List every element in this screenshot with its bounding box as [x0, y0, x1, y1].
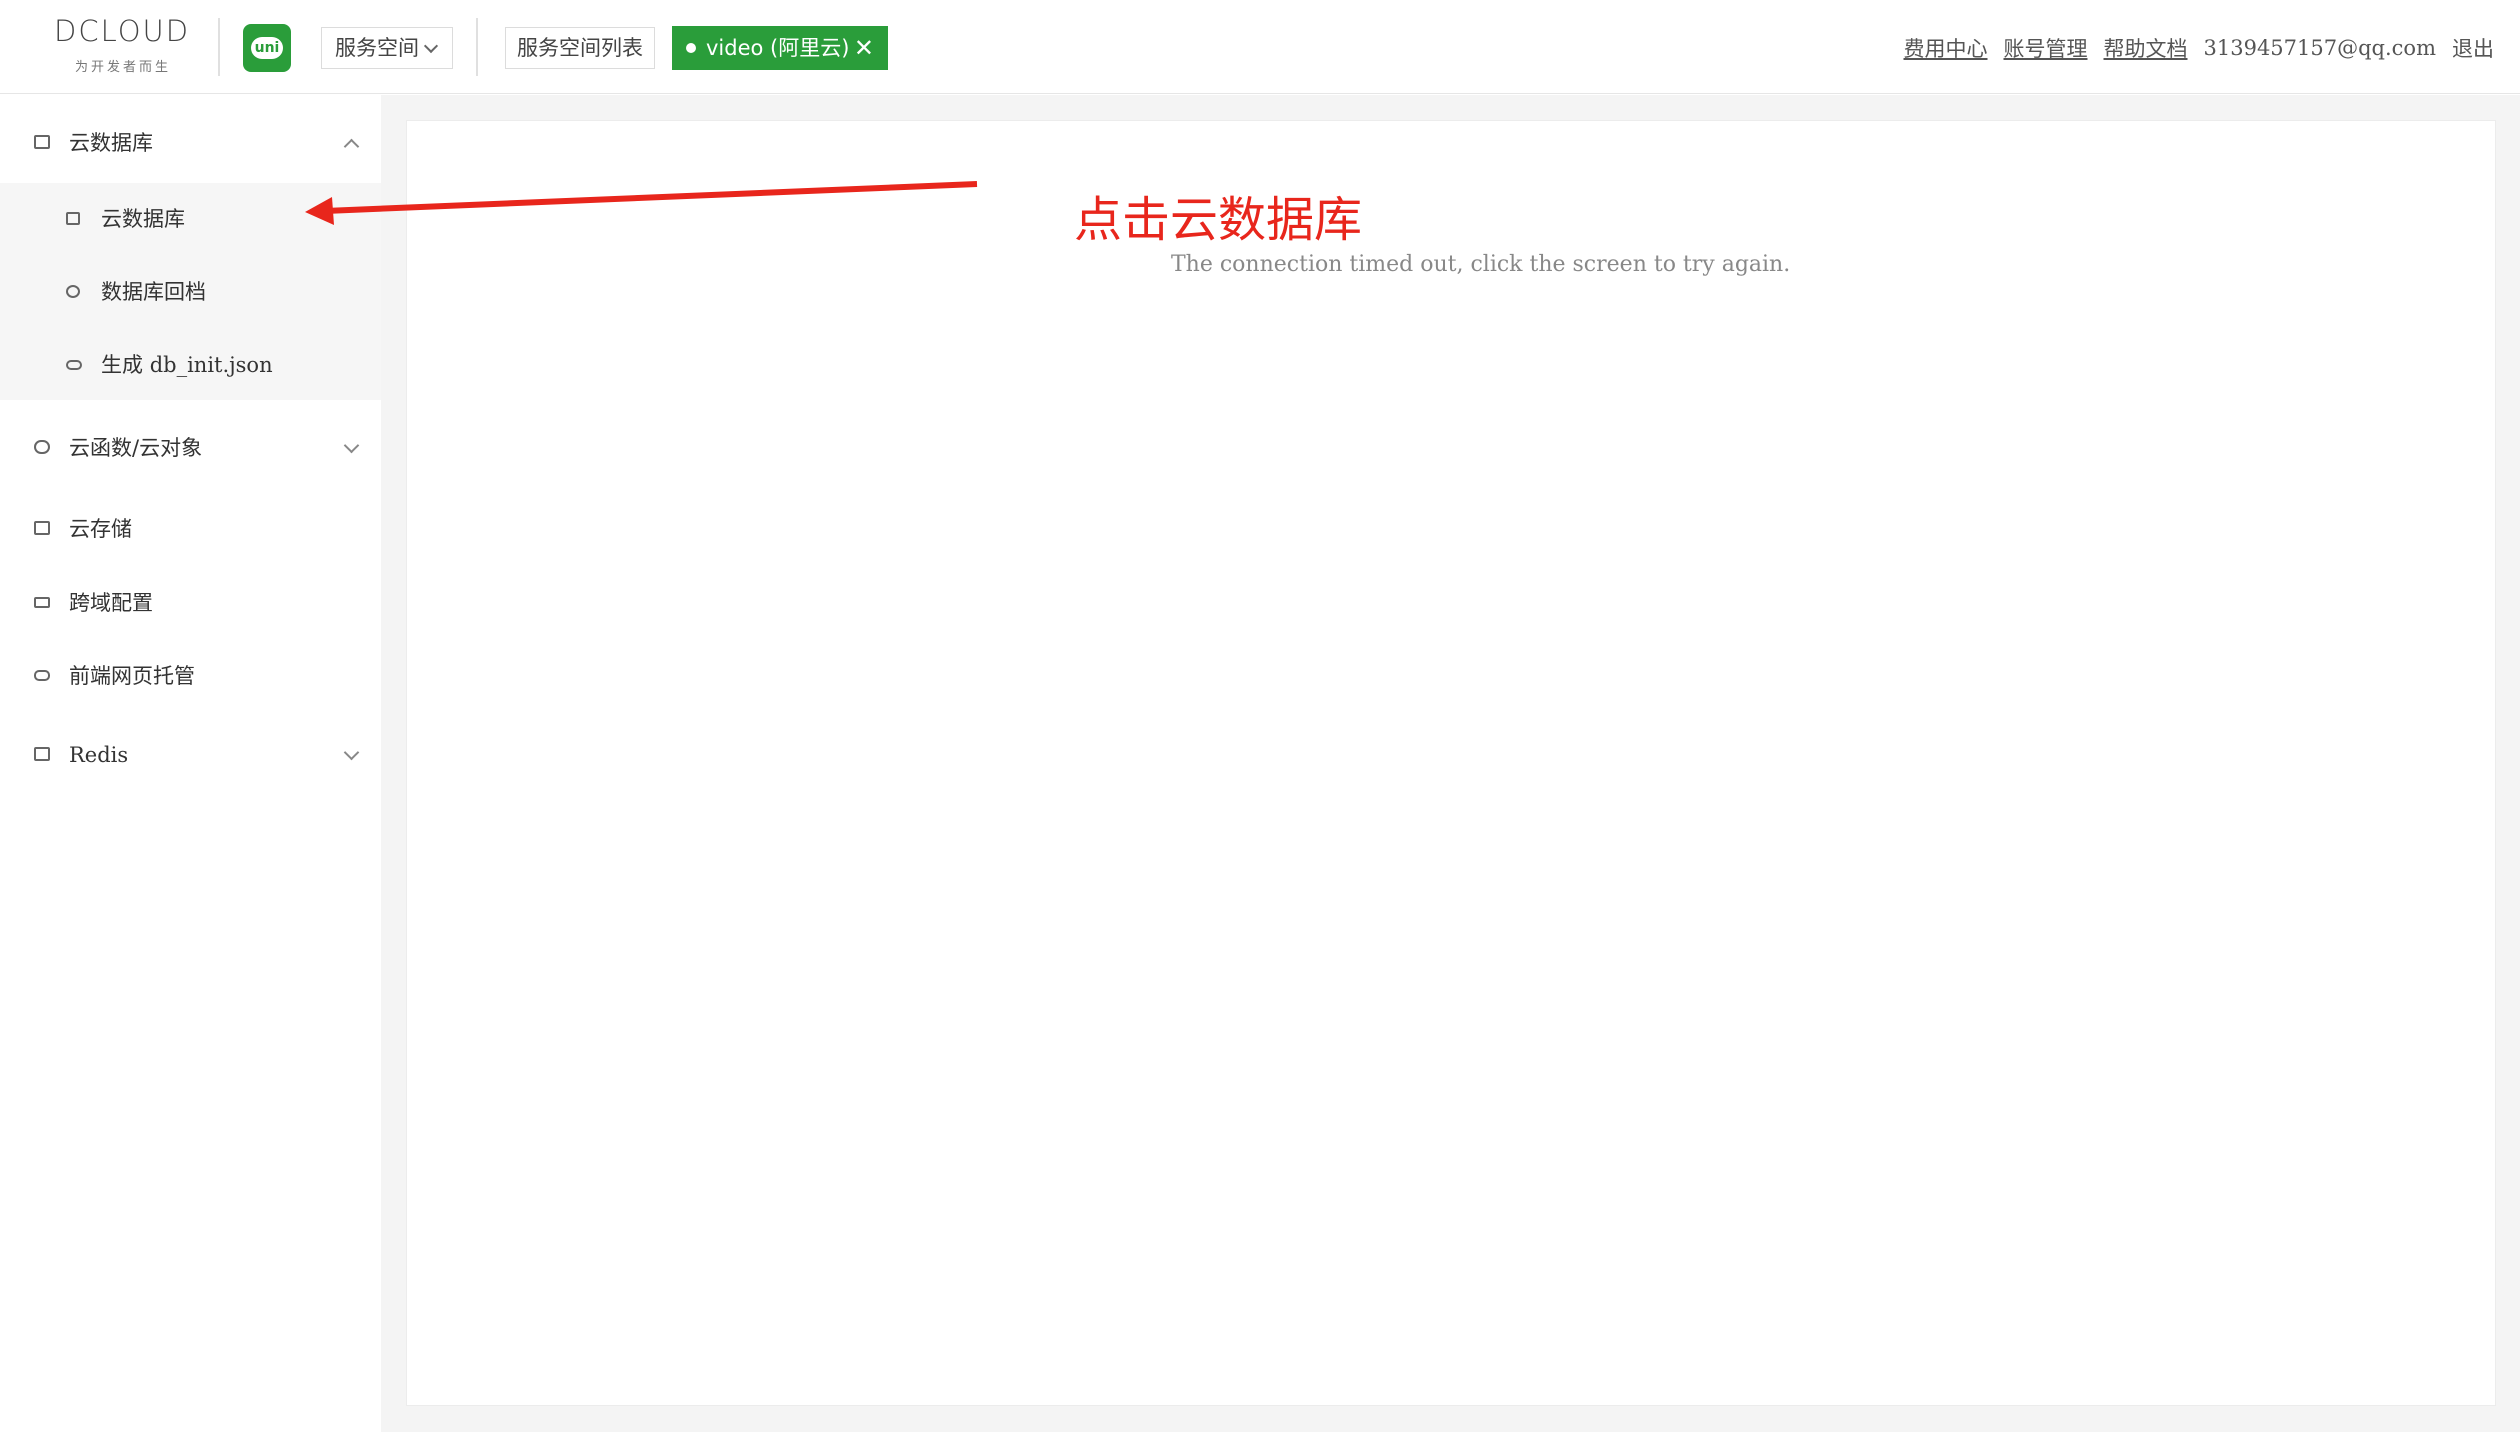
storage-icon: [34, 521, 50, 535]
cloud-database-submenu: 云数据库 数据库回档 生成 db_init.json: [0, 183, 381, 400]
header-divider: [476, 18, 478, 76]
submenu-item-database-rollback[interactable]: 数据库回档: [0, 256, 381, 328]
redis-icon: [34, 747, 50, 761]
submenu-item-generate-db-init[interactable]: 生成 db_init.json: [0, 329, 381, 401]
link-icon: [66, 360, 82, 370]
status-dot-icon: [686, 43, 696, 53]
chevron-up-icon: [343, 138, 360, 155]
database-icon: [34, 135, 50, 149]
chevron-down-icon: [423, 38, 439, 54]
billing-center-link[interactable]: 费用中心: [1904, 33, 1988, 63]
sidebar-item-label: 前端网页托管: [69, 664, 195, 688]
chevron-down-icon: [343, 744, 360, 761]
cloud-icon: [34, 440, 50, 454]
submenu-item-label: 云数据库: [101, 207, 185, 231]
sidebar-item-web-hosting[interactable]: 前端网页托管: [0, 640, 381, 712]
hosting-icon: [34, 670, 50, 681]
user-email: 3139457157@qq.com: [2203, 36, 2437, 60]
sidebar-item-cors-config[interactable]: 跨域配置: [0, 567, 381, 639]
timeout-message[interactable]: The connection timed out, click the scre…: [1171, 252, 1790, 277]
sidebar-item-label: 云函数/云对象: [69, 436, 203, 460]
submenu-item-label: 数据库回档: [101, 280, 206, 304]
chevron-down-icon: [343, 437, 360, 454]
help-docs-link[interactable]: 帮助文档: [2104, 33, 2188, 63]
sidebar-item-redis[interactable]: Redis: [0, 719, 381, 791]
top-header: DCLOUD 为开发者而生 uni 服务空间 服务空间列表 video (阿里云…: [0, 0, 2520, 94]
sidebar: 云数据库 云数据库 数据库回档 生成 db_init.json 云函数/云对象 …: [0, 95, 381, 1432]
logo-tagline: 为开发者而生: [74, 60, 171, 75]
logout-link[interactable]: 退出: [2452, 33, 2494, 63]
submenu-item-cloud-database[interactable]: 云数据库: [0, 183, 381, 255]
annotation-label: 点击云数据库: [1074, 192, 1363, 248]
database-icon: [66, 212, 80, 225]
sidebar-item-cloud-storage[interactable]: 云存储: [0, 493, 381, 565]
logo-wordmark: DCLOUD: [54, 14, 191, 48]
sidebar-item-label: 云存储: [69, 517, 132, 541]
sidebar-item-cloud-functions[interactable]: 云函数/云对象: [0, 412, 381, 484]
main-content: [381, 95, 2520, 1432]
sidebar-item-label: Redis: [69, 743, 129, 767]
service-space-dropdown[interactable]: 服务空间: [321, 27, 453, 69]
dcloud-logo[interactable]: DCLOUD 为开发者而生: [48, 14, 208, 76]
submenu-item-label-cn: 生成: [101, 353, 143, 377]
close-icon[interactable]: ✕: [854, 26, 874, 70]
sidebar-item-cloud-database[interactable]: 云数据库: [0, 107, 381, 179]
submenu-item-label-en: db_init.json: [149, 353, 273, 377]
header-divider: [218, 18, 220, 76]
active-space-tag[interactable]: video (阿里云) ✕: [672, 26, 888, 70]
rollback-icon: [66, 285, 80, 298]
submenu-item-label: 生成 db_init.json: [101, 329, 273, 401]
uni-cloud-icon[interactable]: uni: [243, 24, 291, 72]
service-space-list-button[interactable]: 服务空间列表: [505, 27, 655, 69]
content-panel[interactable]: [406, 120, 2496, 1406]
uni-icon-text: uni: [251, 37, 283, 59]
sidebar-item-label: 云数据库: [69, 131, 153, 155]
active-space-label: video (阿里云): [706, 36, 850, 60]
header-links: 费用中心 账号管理 帮助文档 3139457157@qq.com 退出: [1888, 30, 2495, 66]
cors-icon: [34, 597, 50, 608]
account-management-link[interactable]: 账号管理: [2004, 33, 2088, 63]
sidebar-item-label: 跨域配置: [69, 591, 153, 615]
service-space-dropdown-label: 服务空间: [335, 36, 419, 60]
